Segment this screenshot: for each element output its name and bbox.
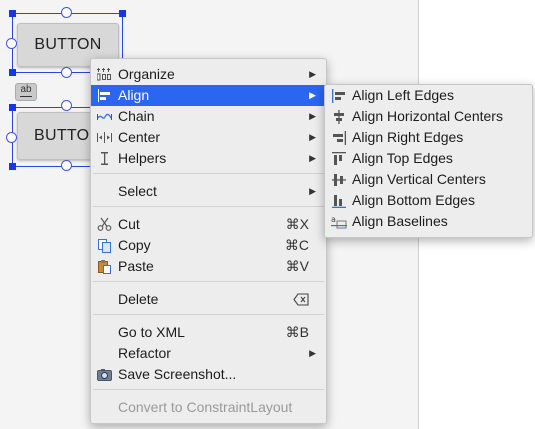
anchor-handle-left[interactable] [6,38,17,49]
menu-item-cut[interactable]: Cut ⌘X [91,214,326,235]
menu-item-label: Paste [118,258,154,274]
menu-item-label: Helpers [118,150,167,166]
menu-item-select[interactable]: Select ▶ [91,181,326,202]
anchor-handle-bottom[interactable] [61,67,72,78]
menu-item-center[interactable]: Center ▶ [91,127,326,148]
submenu-arrow-icon: ▶ [309,111,316,121]
submenu-item-label: Align Top Edges [352,150,453,166]
delete-key-icon [293,293,309,306]
menu-item-label: Delete [118,291,159,307]
align-icon [97,88,112,103]
menu-item-delete[interactable]: Delete [91,289,326,310]
submenu-item-label: Align Baselines [352,213,448,229]
menu-item-label: Refactor [118,345,171,361]
menu-item-label: Go to XML [118,324,185,340]
submenu-item-align-top-edges[interactable]: Align Top Edges [325,148,532,169]
submenu-arrow-icon: ▶ [309,132,316,142]
context-menu: Organize ▶ Align ▶ Chain ▶ Center ▶ Help… [90,58,327,424]
paste-icon [97,259,112,274]
menu-item-chain[interactable]: Chain ▶ [91,106,326,127]
menu-item-go-to-xml[interactable]: Go to XML ⌘B [91,322,326,343]
submenu-arrow-icon: ▶ [309,69,316,79]
resize-handle-bottom-top-left[interactable] [9,104,16,111]
organize-icon [97,67,112,82]
submenu-item-label: Align Bottom Edges [352,192,475,208]
menu-separator [93,206,324,207]
menu-item-label: Save Screenshot... [118,366,237,382]
submenu-arrow-icon: ▶ [309,153,316,163]
menu-item-label: Convert to ConstraintLayout [118,399,293,415]
menu-item-label: Organize [118,66,175,82]
submenu-item-align-baselines[interactable]: a Align Baselines [325,211,532,232]
menu-item-helpers[interactable]: Helpers ▶ [91,148,326,169]
chain-icon [97,109,112,124]
menu-item-organize[interactable]: Organize ▶ [91,64,326,85]
submenu-item-align-right-edges[interactable]: Align Right Edges [325,127,532,148]
shortcut-label: ⌘X [285,216,309,232]
menu-item-label: Cut [118,216,140,232]
align-right-edges-icon [331,130,347,146]
menu-item-label: Copy [118,237,151,253]
align-bottom-edges-icon [331,193,347,209]
menu-item-paste[interactable]: Paste ⌘V [91,256,326,277]
shortcut-label: ⌘B [285,324,309,340]
align-top-edges-icon [331,151,347,167]
submenu-item-label: Align Horizontal Centers [352,108,503,124]
resize-handle-top-right[interactable] [119,10,126,17]
submenu-item-align-vertical-centers[interactable]: Align Vertical Centers [325,169,532,190]
menu-separator [93,389,324,390]
menu-item-save-screenshot[interactable]: Save Screenshot... [91,364,326,385]
submenu-item-align-horizontal-centers[interactable]: Align Horizontal Centers [325,106,532,127]
menu-item-label: Select [118,183,157,199]
submenu-arrow-icon: ▶ [309,186,316,196]
submenu-arrow-icon: ▶ [309,90,316,100]
submenu-item-align-left-edges[interactable]: Align Left Edges [325,85,532,106]
align-horizontal-centers-icon [331,109,347,125]
menu-item-label: Chain [118,108,155,124]
menu-separator [93,281,324,282]
resize-handle-top-left[interactable] [9,10,16,17]
shortcut-label: ⌘C [284,237,309,253]
svg-text:a: a [331,215,336,224]
align-left-edges-icon [331,88,347,104]
baseline-toggle-label: ab [20,84,32,95]
menu-item-copy[interactable]: Copy ⌘C [91,235,326,256]
resize-handle-bottom-bottom-left[interactable] [9,163,16,170]
submenu-item-align-bottom-edges[interactable]: Align Bottom Edges [325,190,532,211]
center-icon [97,130,112,145]
helpers-icon [97,151,112,166]
anchor-handle-bottom-left[interactable] [6,132,17,143]
resize-handle-bottom-left[interactable] [9,69,16,76]
submenu-item-label: Align Right Edges [352,129,464,145]
scissors-icon [97,217,112,232]
submenu-item-label: Align Vertical Centers [352,171,486,187]
align-vertical-centers-icon [331,172,347,188]
anchor-handle-top[interactable] [61,7,72,18]
menu-item-label: Center [118,129,161,145]
anchor-handle-bottom-top[interactable] [61,100,72,111]
menu-item-align[interactable]: Align ▶ [91,85,326,106]
menu-separator [93,314,324,315]
shortcut-label: ⌘V [285,258,309,274]
camera-icon [97,367,112,382]
copy-icon [97,238,112,253]
submenu-item-label: Align Left Edges [352,87,454,103]
anchor-handle-bottom-bottom[interactable] [61,160,72,171]
menu-item-convert-to-constraintlayout: Convert to ConstraintLayout [91,397,326,418]
align-submenu: Align Left Edges Align Horizontal Center… [324,84,533,238]
baseline-toggle[interactable]: ab [15,83,37,101]
menu-item-refactor[interactable]: Refactor ▶ [91,343,326,364]
menu-separator [93,173,324,174]
align-baselines-icon: a [331,214,347,230]
submenu-arrow-icon: ▶ [309,348,316,358]
menu-item-label: Align [118,87,150,103]
